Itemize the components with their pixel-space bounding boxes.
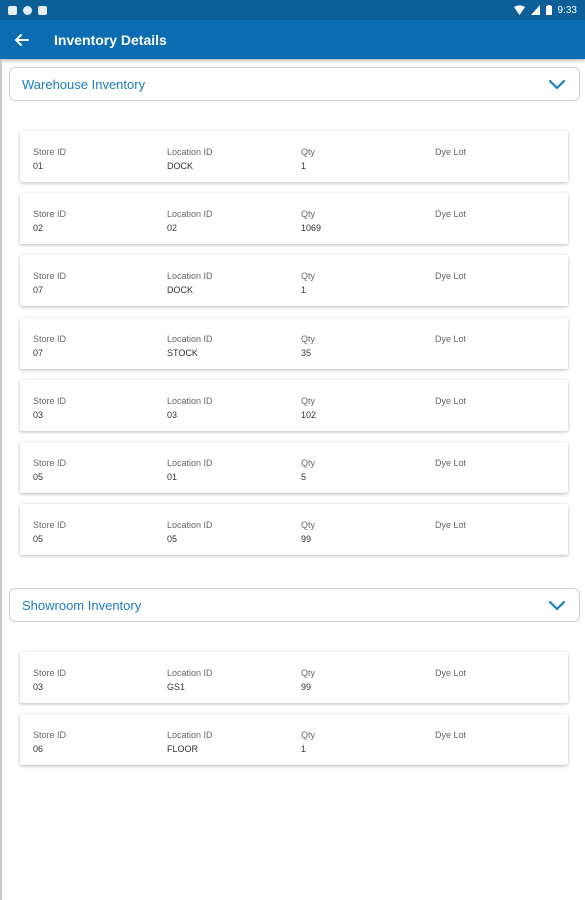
store-id-value: 01 bbox=[33, 161, 44, 171]
store-id-value: 07 bbox=[33, 285, 44, 295]
location-id-value: DOCK bbox=[167, 285, 194, 295]
qty-label: Qty bbox=[301, 271, 316, 281]
clock: 9:33 bbox=[557, 4, 577, 16]
qty-value: 1 bbox=[301, 285, 307, 295]
store-id-value: 05 bbox=[33, 472, 44, 482]
location-id-label: Location ID bbox=[167, 396, 213, 406]
qty-label: Qty bbox=[301, 209, 316, 219]
wifi-icon bbox=[513, 5, 525, 15]
store-id-label: Store ID bbox=[33, 668, 67, 678]
dye-lot-label: Dye Lot bbox=[435, 520, 467, 530]
location-id-label: Location ID bbox=[167, 730, 213, 740]
location-id-label: Location ID bbox=[167, 209, 213, 219]
back-arrow-icon bbox=[15, 33, 29, 46]
qty-label: Qty bbox=[301, 334, 316, 344]
dye-lot-label: Dye Lot bbox=[435, 271, 467, 281]
qty-value: 1069 bbox=[301, 223, 322, 233]
store-id-label: Store ID bbox=[33, 271, 67, 281]
chevron-down-icon[interactable] bbox=[547, 77, 567, 91]
qty-label: Qty bbox=[301, 458, 316, 468]
inventory-row[interactable]: Store ID 01 Location ID DOCK Qty 1 Dye Lot bbox=[20, 131, 568, 182]
battery-icon bbox=[545, 5, 552, 15]
store-id-label: Store ID bbox=[33, 396, 67, 406]
location-id-value: 05 bbox=[167, 534, 178, 544]
qty-value: 1 bbox=[301, 744, 307, 754]
location-id-value: 01 bbox=[167, 472, 178, 482]
page-title: Inventory Details bbox=[54, 31, 167, 48]
system-icons: 9:33 bbox=[513, 4, 577, 16]
store-id-label: Store ID bbox=[33, 730, 67, 740]
dye-lot-label: Dye Lot bbox=[435, 147, 467, 157]
warehouse-inventory-header[interactable]: Warehouse Inventory bbox=[9, 67, 580, 101]
location-id-label: Location ID bbox=[167, 668, 213, 678]
qty-label: Qty bbox=[301, 147, 316, 157]
section-title: Warehouse Inventory bbox=[22, 76, 146, 92]
store-id-label: Store ID bbox=[33, 520, 67, 530]
qty-value: 1 bbox=[301, 161, 307, 171]
signal-icon bbox=[530, 5, 540, 15]
store-id-value: 03 bbox=[33, 682, 44, 692]
location-id-value: 03 bbox=[167, 410, 178, 420]
location-id-value: DOCK bbox=[167, 161, 194, 171]
store-id-value: 02 bbox=[33, 223, 44, 233]
store-id-value: 05 bbox=[33, 534, 44, 544]
store-id-label: Store ID bbox=[33, 147, 67, 157]
sd-card-icon bbox=[38, 5, 47, 15]
location-id-value: 02 bbox=[167, 223, 178, 233]
location-id-value: FLOOR bbox=[167, 744, 199, 754]
notification-icons bbox=[8, 5, 47, 15]
store-id-value: 03 bbox=[33, 410, 44, 420]
inventory-row[interactable]: Store ID 05 Location ID 05 Qty 99 Dye Lot bbox=[20, 504, 568, 555]
inventory-row[interactable]: Store ID 07 Location ID DOCK Qty 1 Dye Lot bbox=[20, 255, 568, 306]
dye-lot-label: Dye Lot bbox=[435, 209, 467, 219]
location-id-label: Location ID bbox=[167, 520, 213, 530]
dye-lot-label: Dye Lot bbox=[435, 396, 467, 406]
left-border bbox=[0, 59, 2, 900]
location-id-label: Location ID bbox=[167, 271, 213, 281]
inventory-row[interactable]: Store ID 07 Location ID STOCK Qty 35 Dye Lo… bbox=[20, 318, 568, 369]
qty-label: Qty bbox=[301, 730, 316, 740]
location-id-value: GS1 bbox=[167, 682, 186, 692]
inventory-row[interactable]: Store ID 03 Location ID 03 Qty 102 Dye Lot bbox=[20, 380, 568, 431]
location-id-label: Location ID bbox=[167, 458, 213, 468]
qty-label: Qty bbox=[301, 668, 316, 678]
chevron-down-icon[interactable] bbox=[547, 598, 567, 612]
dye-lot-label: Dye Lot bbox=[435, 668, 467, 678]
store-id-label: Store ID bbox=[33, 209, 67, 219]
showroom-inventory-header[interactable]: Showroom Inventory bbox=[9, 588, 580, 622]
notification-icon bbox=[8, 5, 17, 15]
inventory-row[interactable]: Store ID 02 Location ID 02 Qty 1069 Dye Lot bbox=[20, 193, 568, 244]
back-button[interactable] bbox=[0, 20, 44, 59]
inventory-row[interactable]: Store ID 06 Location ID FLOOR Qty 1 Dye Lot bbox=[20, 714, 568, 765]
inventory-row[interactable]: Store ID 03 Location ID GS1 Qty 99 Dye Lot bbox=[20, 652, 568, 703]
dye-lot-label: Dye Lot bbox=[435, 334, 467, 344]
location-id-value: STOCK bbox=[167, 348, 198, 358]
qty-value: 102 bbox=[301, 410, 317, 420]
app-bar: Inventory Details bbox=[0, 20, 585, 59]
dye-lot-label: Dye Lot bbox=[435, 458, 467, 468]
inventory-row[interactable]: Store ID 05 Location ID 01 Qty 5 Dye Lot bbox=[20, 442, 568, 493]
qty-value: 5 bbox=[301, 472, 307, 482]
qty-value: 99 bbox=[301, 682, 312, 692]
section-title: Showroom Inventory bbox=[22, 597, 142, 613]
store-id-label: Store ID bbox=[33, 334, 67, 344]
store-id-value: 06 bbox=[33, 744, 44, 754]
location-id-label: Location ID bbox=[167, 334, 213, 344]
store-id-value: 07 bbox=[33, 348, 44, 358]
qty-value: 35 bbox=[301, 348, 312, 358]
qty-label: Qty bbox=[301, 396, 316, 406]
status-bar: 9:33 bbox=[0, 0, 585, 20]
qty-value: 99 bbox=[301, 534, 312, 544]
location-id-label: Location ID bbox=[167, 147, 213, 157]
qty-label: Qty bbox=[301, 520, 316, 530]
sync-icon bbox=[23, 5, 32, 15]
store-id-label: Store ID bbox=[33, 458, 67, 468]
dye-lot-label: Dye Lot bbox=[435, 730, 467, 740]
